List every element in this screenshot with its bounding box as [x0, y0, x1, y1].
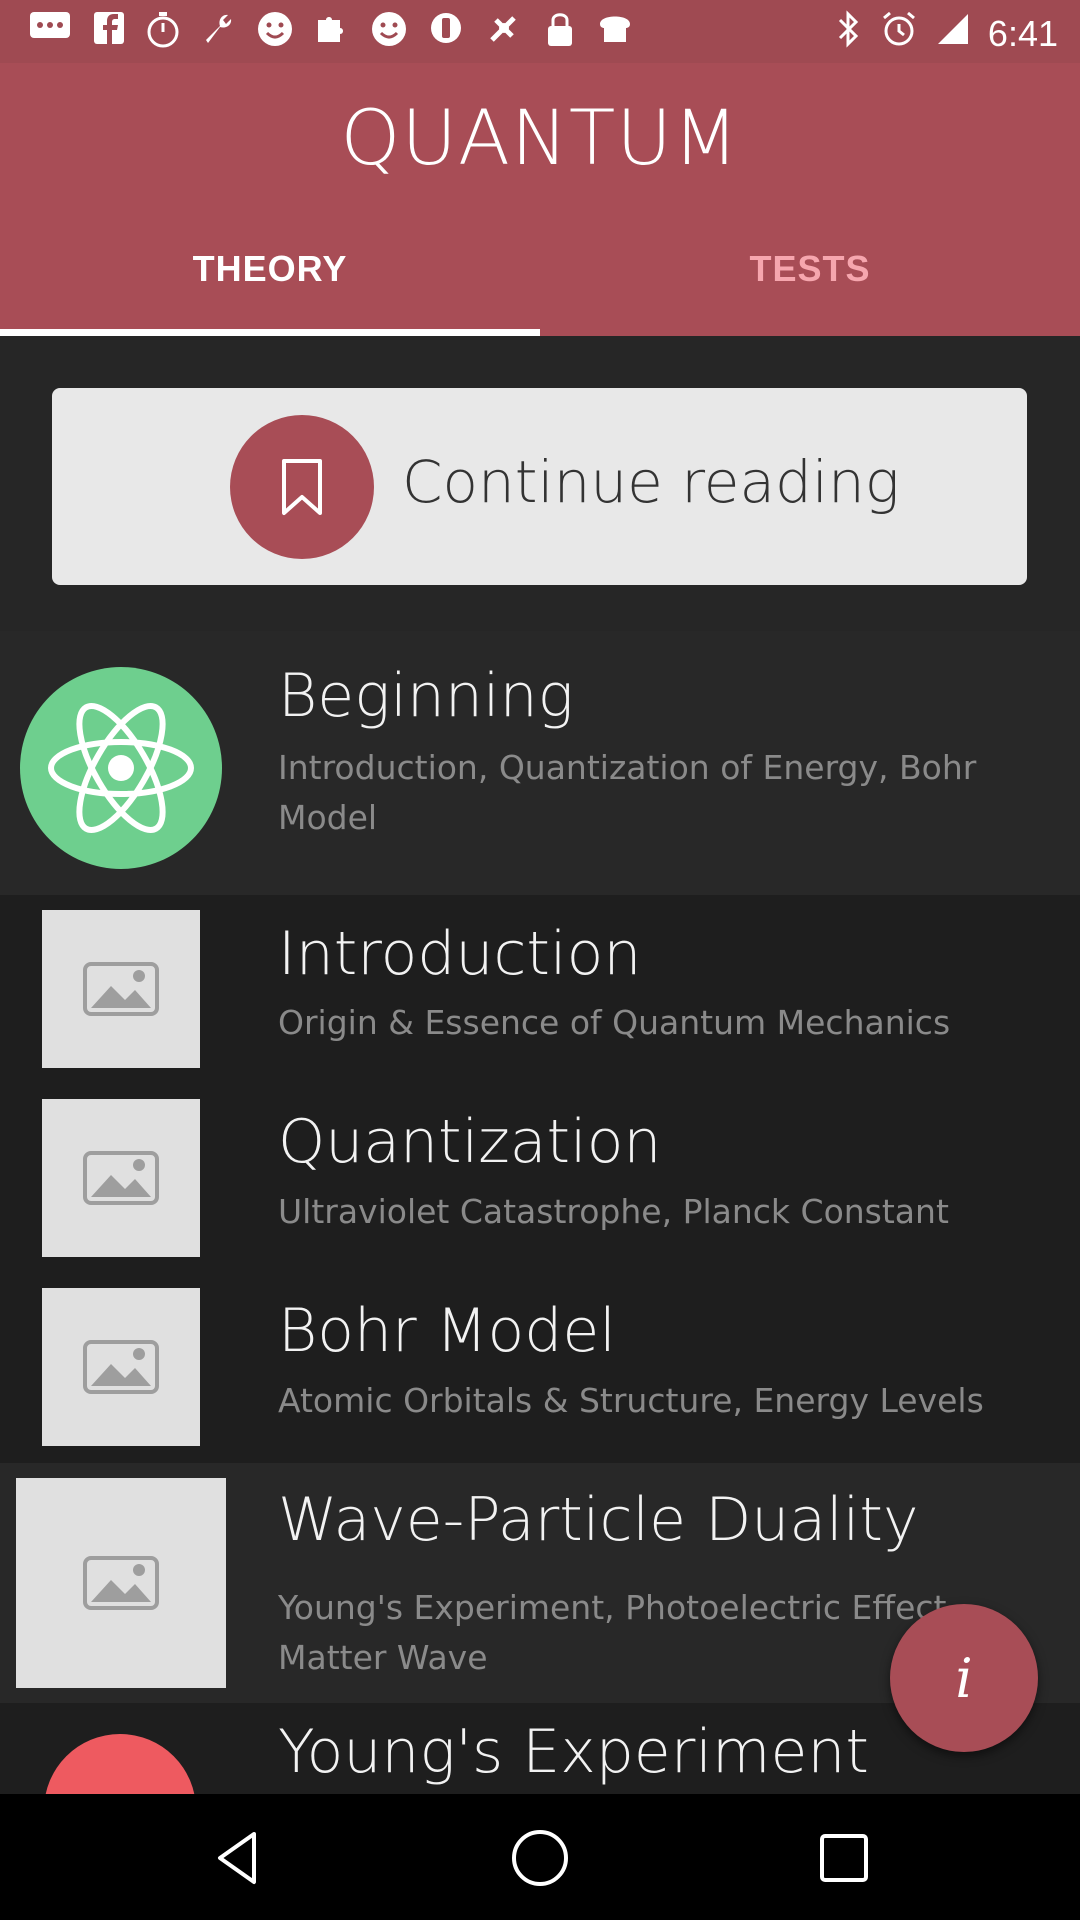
signal-icon: [936, 12, 970, 56]
fake-gps-icon: [484, 10, 524, 58]
navigation-bar: [0, 1794, 1080, 1920]
puzzle-icon: [314, 10, 350, 58]
status-system-icons: 6:41: [836, 10, 1058, 58]
smiley-icon: [256, 10, 294, 58]
section-title: Wave-Particle Duality: [278, 1485, 919, 1555]
message-icon: [28, 10, 72, 58]
alarm-icon: [880, 10, 918, 58]
app-header: QUANTUM THEORY TESTS: [0, 63, 1080, 336]
lesson-title: Bohr Model: [278, 1296, 616, 1366]
image-placeholder-icon: [42, 910, 200, 1068]
image-placeholder-icon: [42, 1099, 200, 1257]
lesson-title: Quantization: [278, 1107, 662, 1177]
toast-icon: [596, 10, 634, 58]
section-title: Beginning: [278, 661, 574, 731]
continue-reading-button[interactable]: Continue reading: [52, 388, 1027, 585]
recents-icon[interactable]: [812, 1826, 876, 1890]
status-time: 6:41: [987, 13, 1058, 54]
vibrate-icon: [428, 10, 464, 58]
lesson-title: Introduction: [278, 919, 642, 989]
image-placeholder-icon: [16, 1478, 226, 1688]
lesson-quantization[interactable]: Quantization Ultraviolet Catastrophe, Pl…: [0, 1085, 1080, 1274]
back-icon[interactable]: [206, 1826, 270, 1890]
info-button[interactable]: i: [890, 1604, 1038, 1752]
lesson-introduction[interactable]: Introduction Origin & Essence of Quantum…: [0, 895, 1080, 1085]
tab-tests[interactable]: TESTS: [540, 248, 1080, 290]
timer-icon: [146, 10, 180, 58]
status-bar: 6:41: [0, 0, 1080, 63]
app-title: QUANTUM: [340, 93, 740, 182]
lock-icon: [544, 10, 576, 58]
facebook-icon: [92, 10, 126, 58]
lesson-subtitle: Origin & Essence of Quantum Mechanics: [278, 1003, 951, 1042]
atom-icon: [20, 667, 222, 869]
status-notification-icons: [28, 10, 634, 58]
info-icon: i: [955, 1646, 973, 1710]
lesson-bohr-model[interactable]: Bohr Model Atomic Orbitals & Structure, …: [0, 1274, 1080, 1463]
tab-theory[interactable]: THEORY: [0, 248, 540, 290]
section-title: Young's Experiment: [278, 1717, 869, 1787]
lesson-subtitle: Ultraviolet Catastrophe, Planck Constant: [278, 1192, 949, 1231]
section-subtitle: Introduction, Quantization of Energy, Bo…: [278, 748, 977, 837]
wrench-icon: [200, 10, 236, 58]
section-beginning[interactable]: Beginning Introduction, Quantization of …: [0, 631, 1080, 895]
image-placeholder-icon: [42, 1288, 200, 1446]
bluetooth-icon: [836, 10, 862, 58]
lesson-subtitle: Atomic Orbitals & Structure, Energy Leve…: [278, 1381, 984, 1420]
tab-indicator: [0, 329, 540, 336]
smiley-icon: [370, 10, 408, 58]
theory-content[interactable]: Continue reading Beginning Introduction,…: [0, 336, 1080, 1794]
home-icon[interactable]: [508, 1826, 572, 1890]
continue-reading-label: Continue reading: [402, 448, 900, 516]
bookmark-icon: [230, 415, 374, 559]
